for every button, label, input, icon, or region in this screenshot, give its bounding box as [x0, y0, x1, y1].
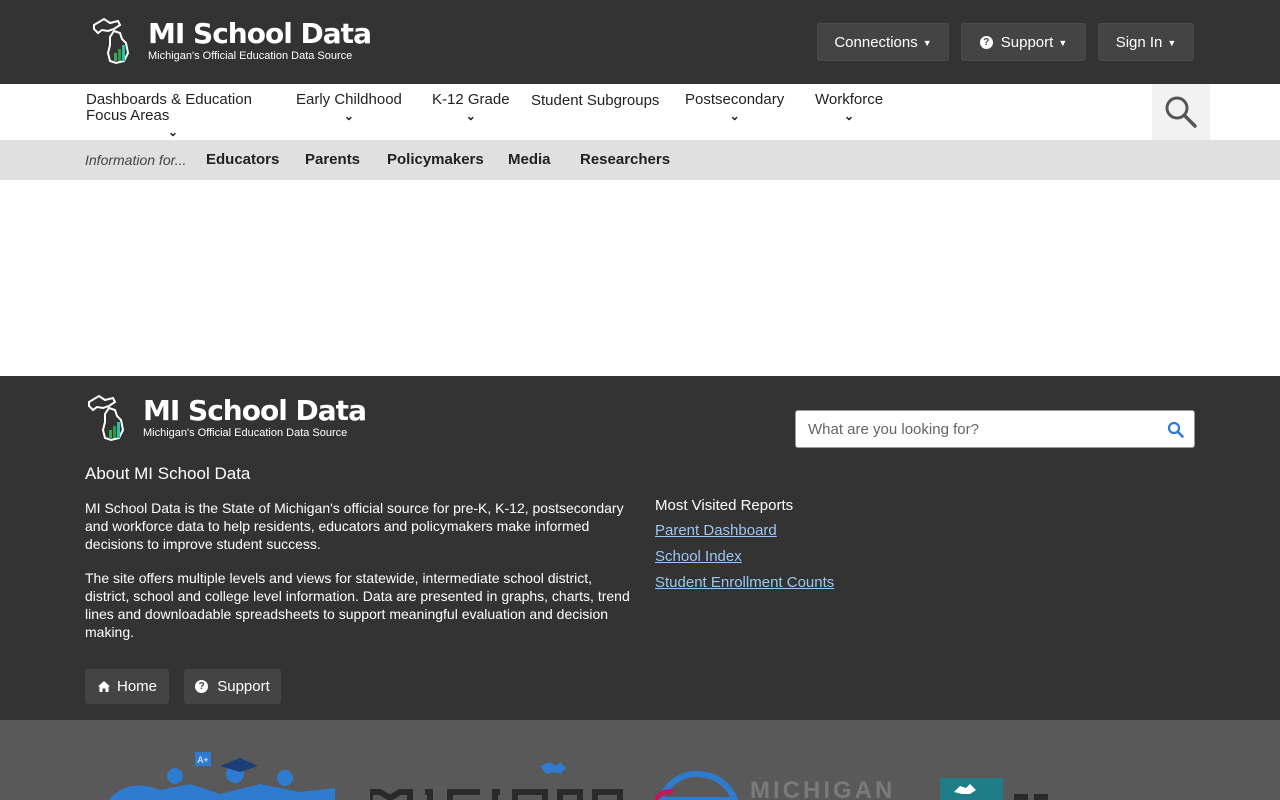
home-button[interactable]: Home	[85, 669, 169, 704]
chevron-down-icon: ▼	[1167, 38, 1177, 48]
search-icon	[1165, 96, 1197, 128]
sign-in-button[interactable]: Sign In ▼	[1098, 23, 1194, 61]
footer-support-label: Support	[217, 678, 270, 695]
sign-in-label: Sign In	[1115, 33, 1163, 51]
chevron-down-icon: ⌄	[168, 125, 179, 139]
partner-logo-teal[interactable]	[940, 778, 1060, 800]
site-logo[interactable]: MI School Data Michigan's Official Educa…	[90, 15, 372, 67]
connections-label: Connections	[834, 33, 918, 51]
question-circle-icon: ?	[195, 680, 209, 693]
home-label: Home	[116, 678, 157, 695]
question-circle-icon: ?	[979, 35, 993, 49]
main-navigation: Dashboards & Education Focus Areas ⌄ Ear…	[0, 84, 1280, 140]
nav-item-workforce[interactable]: Workforce ⌄	[815, 91, 884, 123]
nav-item-label: Early Childhood	[296, 91, 402, 108]
nav-item-label: Student Subgroups	[531, 92, 660, 109]
nav-item-early-childhood[interactable]: Early Childhood ⌄	[296, 91, 402, 123]
search-icon[interactable]	[1167, 421, 1184, 438]
nav-item-label: Workforce	[815, 91, 884, 108]
header-bar: MI School Data Michigan's Official Educa…	[0, 0, 1280, 84]
most-visited-link-parent-dashboard[interactable]: Parent Dashboard	[655, 522, 777, 539]
logo-subtitle: Michigan's Official Education Data Sourc…	[148, 50, 353, 62]
connections-button[interactable]: Connections ▼	[817, 23, 949, 61]
nav-item-label: K-12 Grade	[432, 91, 510, 108]
partner-logo-students[interactable]: A+	[100, 750, 340, 800]
partner-logo-michigan-agency[interactable]: MICHIGAN	[655, 770, 915, 800]
svg-text:MICHIGAN: MICHIGAN	[750, 777, 895, 800]
chevron-down-icon: ⌄	[465, 109, 476, 123]
chevron-down-icon: ▼	[1058, 38, 1068, 48]
footer-logo-subtitle: Michigan's Official Education Data Sourc…	[143, 427, 348, 439]
footer-logo[interactable]: MI School Data Michigan's Official Educa…	[85, 392, 367, 444]
search-input[interactable]	[796, 411, 1146, 447]
footer-support-button[interactable]: ? Support	[184, 669, 281, 704]
about-title: About MI School Data	[85, 464, 251, 483]
chevron-down-icon: ▼	[922, 38, 932, 48]
footer-search	[795, 410, 1195, 448]
nav-item-label: Dashboards & Education Focus Areas	[86, 91, 252, 124]
info-link-parents[interactable]: Parents	[305, 151, 360, 168]
nav-item-k12-grade[interactable]: K-12 Grade ⌄	[432, 91, 510, 123]
information-for-bar: Information for... Educators Parents Pol…	[0, 140, 1280, 180]
home-icon	[97, 681, 110, 692]
header-search-button[interactable]	[1152, 84, 1210, 140]
support-button[interactable]: ? Support ▼	[961, 23, 1086, 61]
support-label: Support	[1000, 33, 1054, 51]
most-visited-link-school-index[interactable]: School Index	[655, 548, 742, 565]
chevron-down-icon: ⌄	[343, 109, 354, 123]
info-link-researchers[interactable]: Researchers	[580, 151, 670, 168]
svg-text:A+: A+	[197, 755, 208, 765]
chevron-down-icon: ⌄	[844, 109, 855, 123]
partner-logo-michigan[interactable]	[370, 760, 625, 800]
info-link-policymakers[interactable]: Policymakers	[387, 151, 484, 168]
nav-item-dashboards[interactable]: Dashboards & Education Focus Areas ⌄	[86, 91, 266, 139]
partner-logos-band: A+ MICHIGAN	[0, 720, 1280, 800]
nav-item-label: Postsecondary	[685, 91, 785, 108]
michigan-logo-icon	[88, 394, 125, 442]
info-link-media[interactable]: Media	[508, 151, 551, 168]
info-link-educators[interactable]: Educators	[206, 151, 279, 168]
nav-item-postsecondary[interactable]: Postsecondary ⌄	[685, 91, 785, 123]
about-paragraph-2: The site offers multiple levels and view…	[85, 570, 630, 640]
most-visited-link-enrollment-counts[interactable]: Student Enrollment Counts	[655, 574, 834, 591]
information-for-label: Information for...	[85, 152, 187, 168]
footer-logo-title: MI School Data	[143, 394, 367, 427]
logo-title: MI School Data	[148, 17, 372, 50]
michigan-logo-icon	[93, 17, 130, 65]
nav-item-student-subgroups[interactable]: Student Subgroups	[531, 93, 659, 109]
most-visited-title: Most Visited Reports	[655, 497, 794, 514]
about-paragraph-1: MI School Data is the State of Michigan'…	[85, 500, 624, 552]
chevron-down-icon: ⌄	[729, 109, 740, 123]
